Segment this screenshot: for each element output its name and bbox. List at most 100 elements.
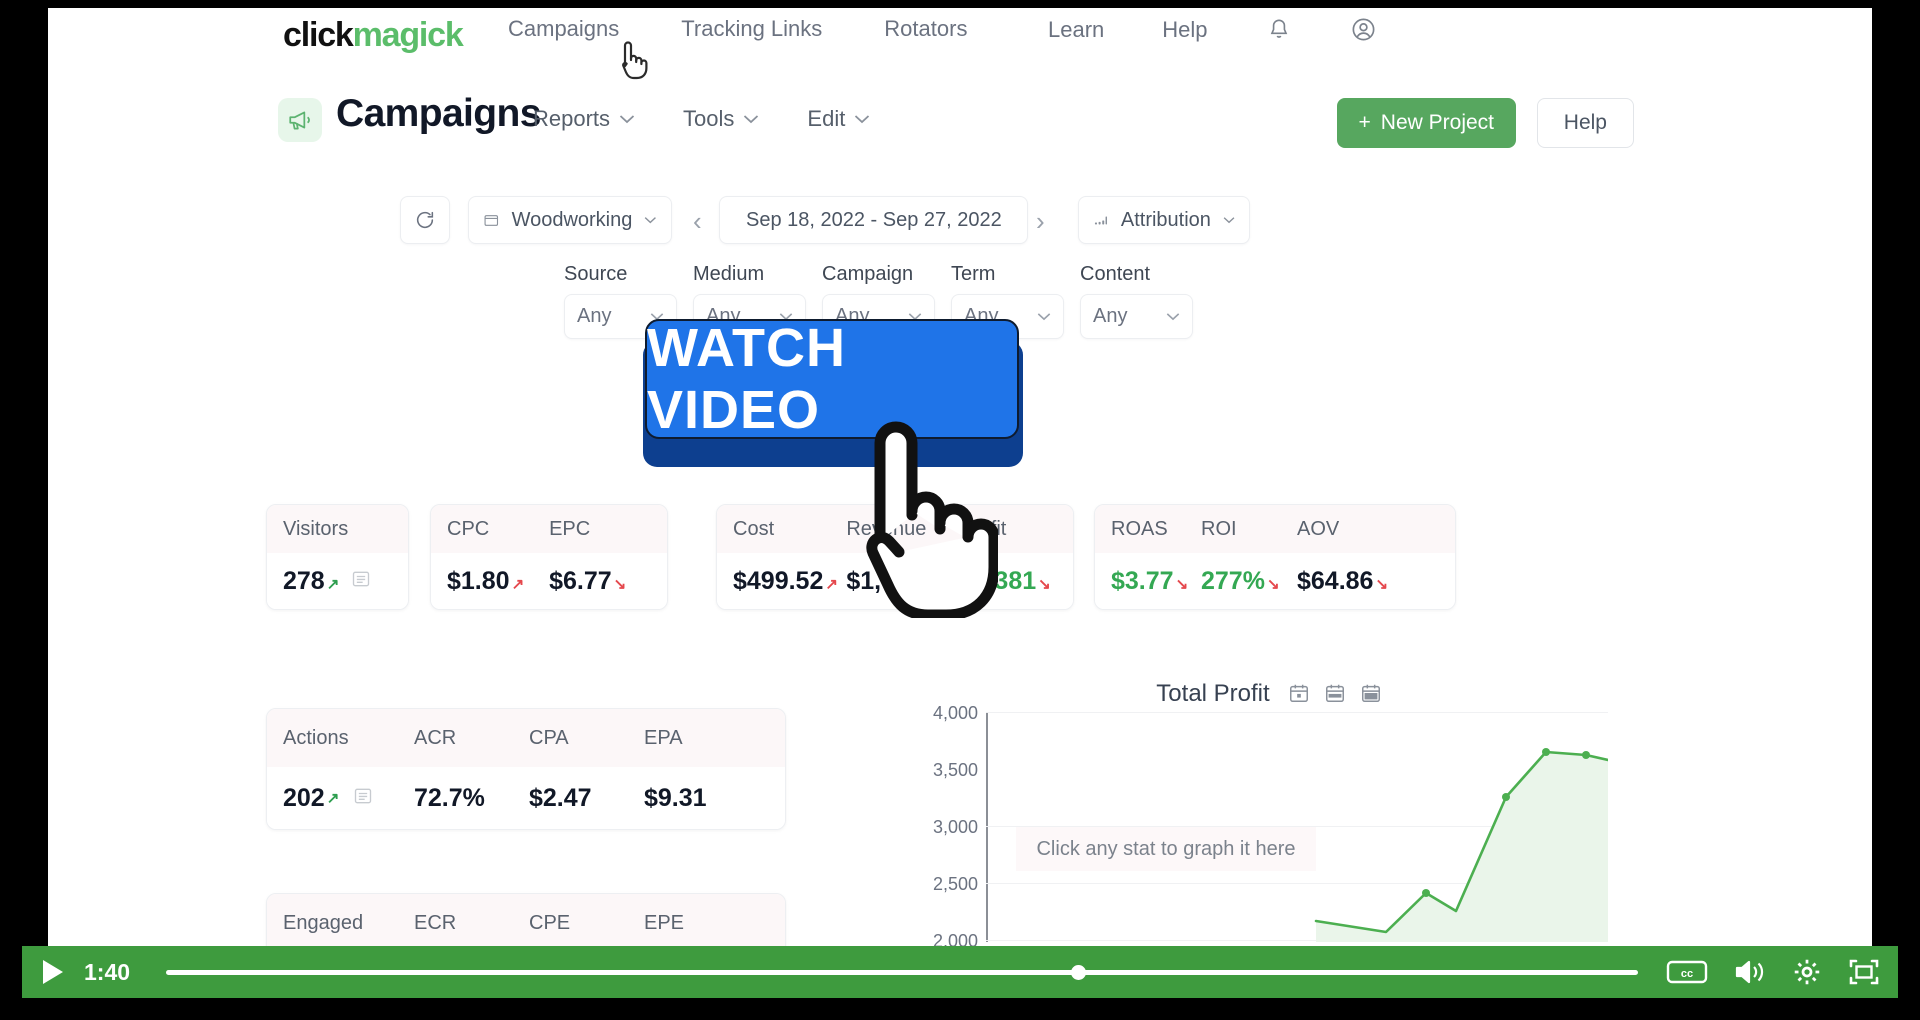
attribution-selector[interactable]: Attribution xyxy=(1078,196,1250,244)
nav-item-tracking-links[interactable]: Tracking Links xyxy=(681,16,822,42)
cost-revenue-profit-card-body: $499.52 ↗ $1, $1,381 ↘ xyxy=(717,553,1073,609)
secondary-nav-links: Learn Help xyxy=(1048,16,1377,43)
roas-roi-aov-card[interactable]: ROAS ROI AOV $3.77 ↘ 277% ↘ $64.86 ↘ xyxy=(1094,504,1456,610)
roas-roi-aov-card-header: ROAS ROI AOV xyxy=(1095,505,1455,553)
trend-down-red-icon: ↘ xyxy=(1266,575,1280,593)
content-select[interactable]: Any xyxy=(1080,294,1193,339)
svg-text:cc: cc xyxy=(1681,968,1693,980)
folder-icon xyxy=(484,214,499,226)
menu-reports[interactable]: Reports xyxy=(533,106,635,132)
cpc-epc-card[interactable]: CPC EPC $1.80 ↗ $6.77 ↘ xyxy=(430,504,668,610)
actions-card[interactable]: Actions ACR CPA EPA 202 ↗ 72.7% $2.47 $9… xyxy=(266,708,786,830)
epa-value: $9.31 xyxy=(644,784,759,813)
help-button[interactable]: Help xyxy=(1536,98,1634,148)
filter-toolbar: Woodworking ‹ Sep 18, 2022 - Sep 27, 202… xyxy=(48,190,1872,250)
play-button[interactable] xyxy=(40,958,66,986)
roas-value: $3.77 ↘ xyxy=(1095,567,1201,596)
cpa-header-label: CPA xyxy=(529,726,569,749)
video-progress-handle[interactable] xyxy=(1071,964,1087,980)
previous-period-button[interactable]: ‹ xyxy=(693,206,702,237)
epc-header-label: EPC xyxy=(549,517,591,540)
cpc-epc-card-body: $1.80 ↗ $6.77 ↘ xyxy=(431,553,667,609)
trend-down-red-icon: ↘ xyxy=(1375,575,1389,593)
date-range-selector[interactable]: Sep 18, 2022 - Sep 27, 2022 xyxy=(719,196,1028,244)
bell-icon[interactable] xyxy=(1266,17,1292,43)
refresh-icon xyxy=(416,211,434,229)
calendar-month-icon[interactable] xyxy=(1360,682,1382,709)
nav-item-rotators[interactable]: Rotators xyxy=(884,16,967,42)
video-progress-bar[interactable] xyxy=(166,964,1638,980)
settings-gear-icon[interactable] xyxy=(1792,957,1822,987)
next-period-button[interactable]: › xyxy=(1036,206,1045,237)
trend-up-red-icon: ↗ xyxy=(511,575,525,593)
cpc-value-text: $1.80 xyxy=(447,566,510,595)
menu-tools[interactable]: Tools xyxy=(683,106,759,132)
calendar-day-icon[interactable] xyxy=(1288,682,1310,709)
actions-header-label: Actions xyxy=(283,726,349,749)
chart-empty-hint: Click any stat to graph it here xyxy=(1016,827,1316,871)
volume-icon[interactable] xyxy=(1734,958,1766,986)
cpa-value-text: $2.47 xyxy=(529,783,592,812)
menu-edit[interactable]: Edit xyxy=(807,106,870,132)
refresh-button[interactable] xyxy=(400,196,450,244)
calendar-week-icon[interactable] xyxy=(1324,682,1346,709)
chevron-down-icon xyxy=(619,115,635,124)
filter-term-label: Term xyxy=(951,263,996,285)
actions-value: 202 ↗ xyxy=(267,784,414,813)
nav-item-learn[interactable]: Learn xyxy=(1048,17,1104,43)
nav-item-campaigns[interactable]: Campaigns xyxy=(508,16,619,42)
revenue-value-text: $1, xyxy=(846,566,882,595)
epa-value-text: $9.31 xyxy=(644,783,707,812)
user-account-icon[interactable] xyxy=(1350,16,1377,43)
cc-icon[interactable]: cc xyxy=(1666,958,1708,986)
actions-list-icon[interactable] xyxy=(353,784,373,813)
clickmagick-logo[interactable]: clickmagick xyxy=(283,16,464,55)
cost-revenue-profit-card[interactable]: Cost Revenue Profit $499.52 ↗ $1, $1,381 ↘ xyxy=(716,504,1074,610)
page-menu-row: Reports Tools Edit xyxy=(533,106,870,132)
chevron-down-icon xyxy=(855,115,870,124)
trend-down-red-icon: ↘ xyxy=(1038,575,1051,593)
trend-up-green-icon: ↗ xyxy=(326,790,340,807)
profit-value-text: $1,381 xyxy=(959,566,1037,595)
menu-tools-label: Tools xyxy=(683,106,735,131)
chart-interval-icons xyxy=(1288,682,1382,709)
visitors-card-body: 278 ↗ xyxy=(267,553,408,609)
y-tick-4000: 4,000 xyxy=(932,703,978,723)
new-project-button[interactable]: + New Project xyxy=(1336,98,1516,148)
fullscreen-icon[interactable] xyxy=(1848,957,1880,987)
epa-header-label: EPA xyxy=(644,726,683,749)
actions-card-header: Actions ACR CPA EPA xyxy=(267,709,785,767)
primary-nav-links: Campaigns Tracking Links Rotators xyxy=(508,16,967,42)
app-page: clickmagick Campaigns Tracking Links Rot… xyxy=(48,8,1872,968)
filter-source-label: Source xyxy=(564,263,628,285)
cost-revenue-profit-card-header: Cost Revenue Profit xyxy=(717,505,1073,553)
page-header: Campaigns Reports Tools Edit + New Proje… xyxy=(48,70,1872,160)
watch-video-button[interactable]: WATCH VIDEO xyxy=(645,318,1019,440)
logo-text-magick: magick xyxy=(352,16,464,54)
y-tick-3000: 3,000 xyxy=(932,817,978,837)
menu-reports-label: Reports xyxy=(533,106,611,131)
engaged-header-label: Engaged xyxy=(283,911,364,934)
watch-video-cta: WATCH VIDEO xyxy=(643,318,1023,467)
visitors-list-icon[interactable] xyxy=(351,569,371,594)
visitors-value-text: 278 xyxy=(283,566,325,595)
chevron-down-icon xyxy=(1166,313,1180,321)
actions-card-body: 202 ↗ 72.7% $2.47 $9.31 xyxy=(267,767,785,829)
visitors-card[interactable]: Visitors 278 ↗ xyxy=(266,504,409,610)
chevron-down-icon xyxy=(1037,313,1051,321)
y-tick-3500: 3,500 xyxy=(932,760,978,780)
chevron-down-icon xyxy=(645,217,657,224)
plus-icon: + xyxy=(1358,111,1371,134)
nav-item-help[interactable]: Help xyxy=(1162,17,1207,43)
new-project-label: New Project xyxy=(1380,111,1494,134)
cpc-epc-card-header: CPC EPC xyxy=(431,505,667,553)
project-selector[interactable]: Woodworking xyxy=(468,196,672,244)
visitors-header-label: Visitors xyxy=(283,517,349,540)
visitors-card-header: Visitors xyxy=(267,505,408,553)
chevron-down-icon xyxy=(1223,217,1235,224)
visitors-value: 278 ↗ xyxy=(267,567,339,596)
cost-header-label: Cost xyxy=(733,517,775,540)
trend-up-green-icon: ↗ xyxy=(326,575,340,593)
aov-value-text: $64.86 xyxy=(1297,566,1374,595)
y-tick-2500: 2,500 xyxy=(932,874,978,894)
